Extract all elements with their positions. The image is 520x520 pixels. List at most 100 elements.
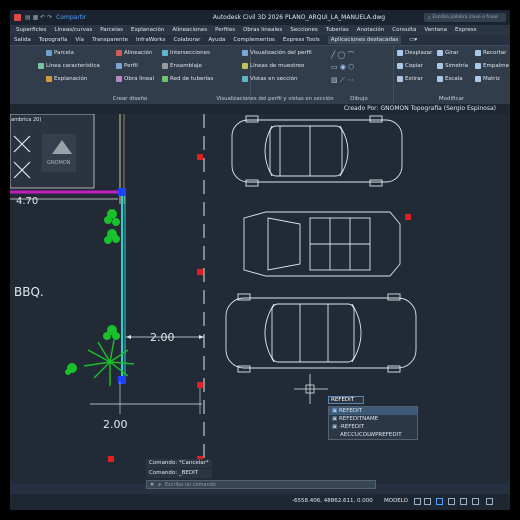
intersecciones-button[interactable]: Intersecciones xyxy=(162,50,210,56)
dimension-2-00-middle: 2.00 xyxy=(150,331,175,344)
drawing-svg[interactable]: ambrica 20) GNOMON 4.70 BBQ. 2.00 2.00 xyxy=(10,113,510,484)
menu-tuberias[interactable]: Tuberías xyxy=(326,27,349,33)
search-icon[interactable]: ⌕ xyxy=(158,482,161,488)
drawing-canvas[interactable]: ambrica 20) GNOMON 4.70 BBQ. 2.00 2.00 xyxy=(10,113,510,484)
grid-icon[interactable] xyxy=(414,498,421,505)
copiar-button[interactable]: Copiar xyxy=(397,63,423,69)
model-tab[interactable]: MODELO xyxy=(384,498,408,504)
menu-secciones[interactable]: Secciones xyxy=(290,27,318,33)
menu-alineaciones[interactable]: Alineaciones xyxy=(172,27,207,33)
parcela-button[interactable]: Parcela xyxy=(46,50,74,56)
estirar-button[interactable]: Estirar xyxy=(397,76,423,82)
simetria-button[interactable]: Simetría xyxy=(437,63,468,69)
autocomplete-option[interactable]: AECCUCOLWPREFEDIT xyxy=(329,431,417,439)
menu-lineas-curvas[interactable]: Líneas/curvas xyxy=(54,27,92,33)
parcela-label: Parcela xyxy=(54,50,74,56)
tab-overflow-icon[interactable]: ▭▾ xyxy=(409,37,417,43)
panel-modificar: Desplazar Copiar Estirar Girar Simetría … xyxy=(393,46,510,104)
tab-transparente[interactable]: Transparente xyxy=(92,37,128,43)
tab-via[interactable]: Vía xyxy=(75,37,84,43)
tab-topografia[interactable]: Topografía xyxy=(39,37,68,43)
perfil-button[interactable]: Perfil xyxy=(116,63,138,69)
tab-salida[interactable]: Salida xyxy=(14,37,31,43)
vistas-seccion-icon xyxy=(242,76,248,82)
osnap-icon[interactable] xyxy=(460,498,467,505)
explanacion-button[interactable]: Explanación xyxy=(46,76,87,82)
polar-icon[interactable] xyxy=(448,498,455,505)
autocomplete-option[interactable]: ▣ -REFEDIT xyxy=(329,423,417,431)
car-bottom xyxy=(225,293,417,373)
customize-menu-icon[interactable] xyxy=(486,498,493,505)
matriz-button[interactable]: Matriz xyxy=(475,76,500,82)
dimension-4-70: 4.70 xyxy=(16,196,38,207)
snap-icon[interactable] xyxy=(424,498,431,505)
menu-superficies[interactable]: Superficies xyxy=(16,27,46,33)
copiar-icon xyxy=(397,63,403,69)
ensamblaje-button[interactable]: Ensamblaje xyxy=(162,63,202,69)
command-line[interactable]: ✕ ⌕ Escriba un comando xyxy=(146,480,376,489)
matriz-label: Matriz xyxy=(483,76,500,82)
logo-text: GNOMON xyxy=(47,160,71,166)
annotation-scale-icon[interactable] xyxy=(472,498,479,505)
girar-button[interactable]: Girar xyxy=(437,50,459,56)
perfil-label: Perfil xyxy=(124,63,138,69)
panel-label-modificar[interactable]: Modificar xyxy=(393,96,510,102)
alineacion-label: Alineación xyxy=(124,50,153,56)
command-input[interactable]: Escriba un comando xyxy=(165,482,216,488)
menu-perfiles[interactable]: Perfiles xyxy=(215,27,235,33)
desplazar-label: Desplazar xyxy=(405,50,433,56)
linea-caracteristica-button[interactable]: Línea característica xyxy=(38,63,100,69)
draw-hatch-icon[interactable]: ▨ ⟋ ⋯ xyxy=(331,76,354,85)
tab-complementos[interactable]: Complementos xyxy=(233,37,275,43)
ensamblaje-icon xyxy=(162,63,168,69)
vistas-seccion-button[interactable]: Vistas en sección xyxy=(242,76,297,82)
close-icon[interactable]: ✕ xyxy=(150,482,154,488)
escala-button[interactable]: Escala xyxy=(437,76,463,82)
menu-consulta[interactable]: Consulta xyxy=(392,27,416,33)
draw-line-icon[interactable]: ╱ ◯ ⌒ xyxy=(331,50,355,60)
panel-dibujo: ╱ ◯ ⌒ ▭ ◉ ⬡ ▨ ⟋ ⋯ Dibujo xyxy=(325,46,394,104)
visualizacion-perfil-button[interactable]: Visualización del perfil xyxy=(242,50,312,56)
lineas-muestreo-button[interactable]: Líneas de muestreo xyxy=(242,63,304,69)
desplazar-button[interactable]: Desplazar xyxy=(397,50,432,56)
ortho-icon[interactable] xyxy=(436,498,443,505)
recortar-icon xyxy=(475,50,481,56)
tab-aplicaciones-destacadas[interactable]: Aplicaciones destacadas xyxy=(327,36,402,44)
simetria-icon xyxy=(437,63,443,69)
empalme-button[interactable]: Empalme xyxy=(475,63,509,69)
tab-infraworks[interactable]: InfraWorks xyxy=(136,37,165,43)
search-input[interactable]: ⌕ Escriba palabra clave o frase xyxy=(424,13,506,22)
red-de-tuberias-button[interactable]: Red de tuberías xyxy=(162,76,213,82)
app-menu-icon[interactable] xyxy=(14,14,21,21)
panel-label-visualizaciones[interactable]: Visualizaciones del perfil y vistas en s… xyxy=(210,96,340,102)
visualizacion-perfil-label: Visualización del perfil xyxy=(250,50,312,56)
quick-access-icons[interactable]: ▤ ▦ ↶ ↷ xyxy=(25,14,52,21)
girar-label: Girar xyxy=(445,50,459,56)
menu-anotacion[interactable]: Anotación xyxy=(357,27,385,33)
share-button[interactable]: Compartir xyxy=(56,14,86,21)
menu-obras-lineales[interactable]: Obras lineales xyxy=(243,27,282,33)
crosshair-cursor xyxy=(294,374,328,404)
window-title: Autodesk Civil 3D 2026 PLANO_ARQUI_LA_MA… xyxy=(212,14,386,21)
autocomplete-input[interactable]: REFEDIT xyxy=(328,396,364,404)
alineacion-button[interactable]: Alineación xyxy=(116,50,152,56)
menu-express[interactable]: Express xyxy=(455,27,476,33)
autocomplete-option[interactable]: ▣ REFEDITNAME xyxy=(329,415,417,423)
menu-explanacion[interactable]: Explanación xyxy=(131,27,164,33)
obra-lineal-button[interactable]: Obra lineal xyxy=(116,76,154,82)
menu-parcelas[interactable]: Parcelas xyxy=(100,27,123,33)
obra-lineal-icon xyxy=(116,76,122,82)
explanacion-icon xyxy=(46,76,52,82)
recortar-button[interactable]: Recortar xyxy=(475,50,506,56)
tab-express-tools[interactable]: Express Tools xyxy=(283,37,320,43)
tab-ayuda[interactable]: Ayuda xyxy=(208,37,225,43)
simetria-label: Simetría xyxy=(445,63,469,69)
tab-colaborar[interactable]: Colaborar xyxy=(173,37,200,43)
panel-label-dibujo[interactable]: Dibujo xyxy=(325,96,393,102)
linea-caracteristica-icon xyxy=(38,63,44,69)
menu-ventana[interactable]: Ventana xyxy=(424,27,447,33)
autocomplete-option[interactable]: ▣ REFEDIT xyxy=(329,407,417,415)
draw-polyline-icon[interactable]: ▭ ◉ ⬡ xyxy=(331,63,354,71)
empalme-icon xyxy=(475,63,481,69)
logo-block: GNOMON xyxy=(42,134,76,172)
